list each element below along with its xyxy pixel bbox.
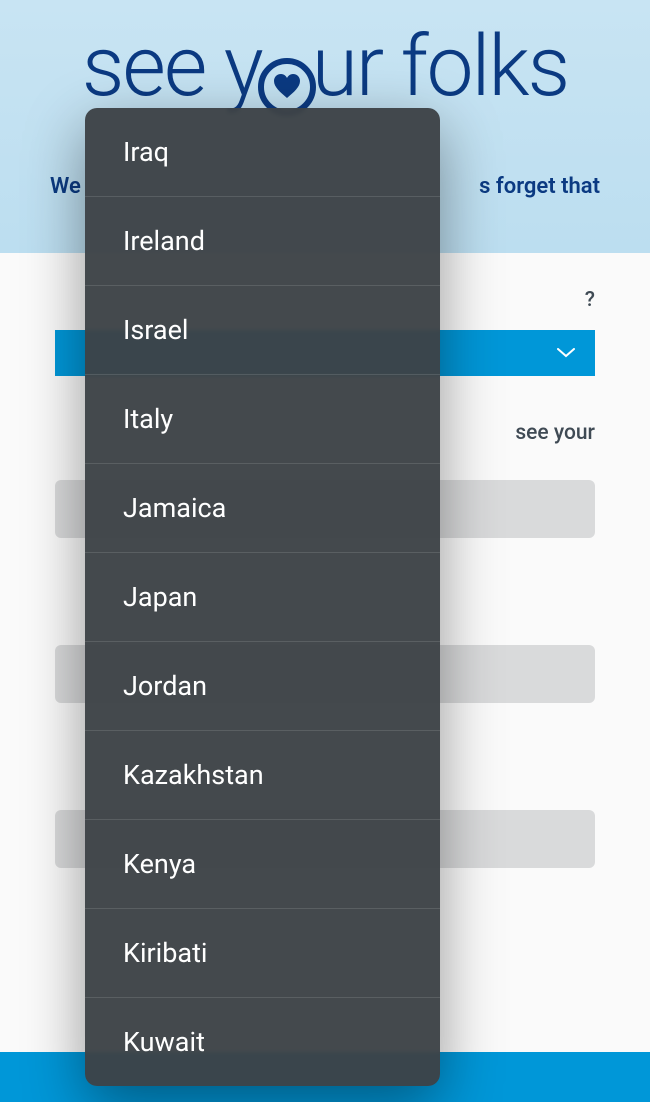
country-option[interactable]: Iraq [85, 108, 440, 197]
tagline-right: s forget that [479, 172, 600, 203]
logo-text-back: ur folks [312, 17, 568, 116]
logo-text-front: see y [82, 17, 262, 116]
chevron-down-icon [557, 348, 575, 358]
country-option[interactable]: Jordan [85, 642, 440, 731]
country-option[interactable]: Japan [85, 553, 440, 642]
country-option[interactable]: Jamaica [85, 464, 440, 553]
question-2: see your [515, 421, 595, 445]
country-option[interactable]: Israel [85, 286, 440, 375]
country-option[interactable]: Kazakhstan [85, 731, 440, 820]
country-dropdown-popover: IraqIrelandIsraelItalyJamaicaJapanJordan… [85, 108, 440, 1086]
tagline-left: We [50, 172, 81, 203]
country-option[interactable]: Kuwait [85, 998, 440, 1086]
country-option[interactable]: Kiribati [85, 909, 440, 998]
country-option[interactable]: Ireland [85, 197, 440, 286]
country-option[interactable]: Italy [85, 375, 440, 464]
country-option[interactable]: Kenya [85, 820, 440, 909]
